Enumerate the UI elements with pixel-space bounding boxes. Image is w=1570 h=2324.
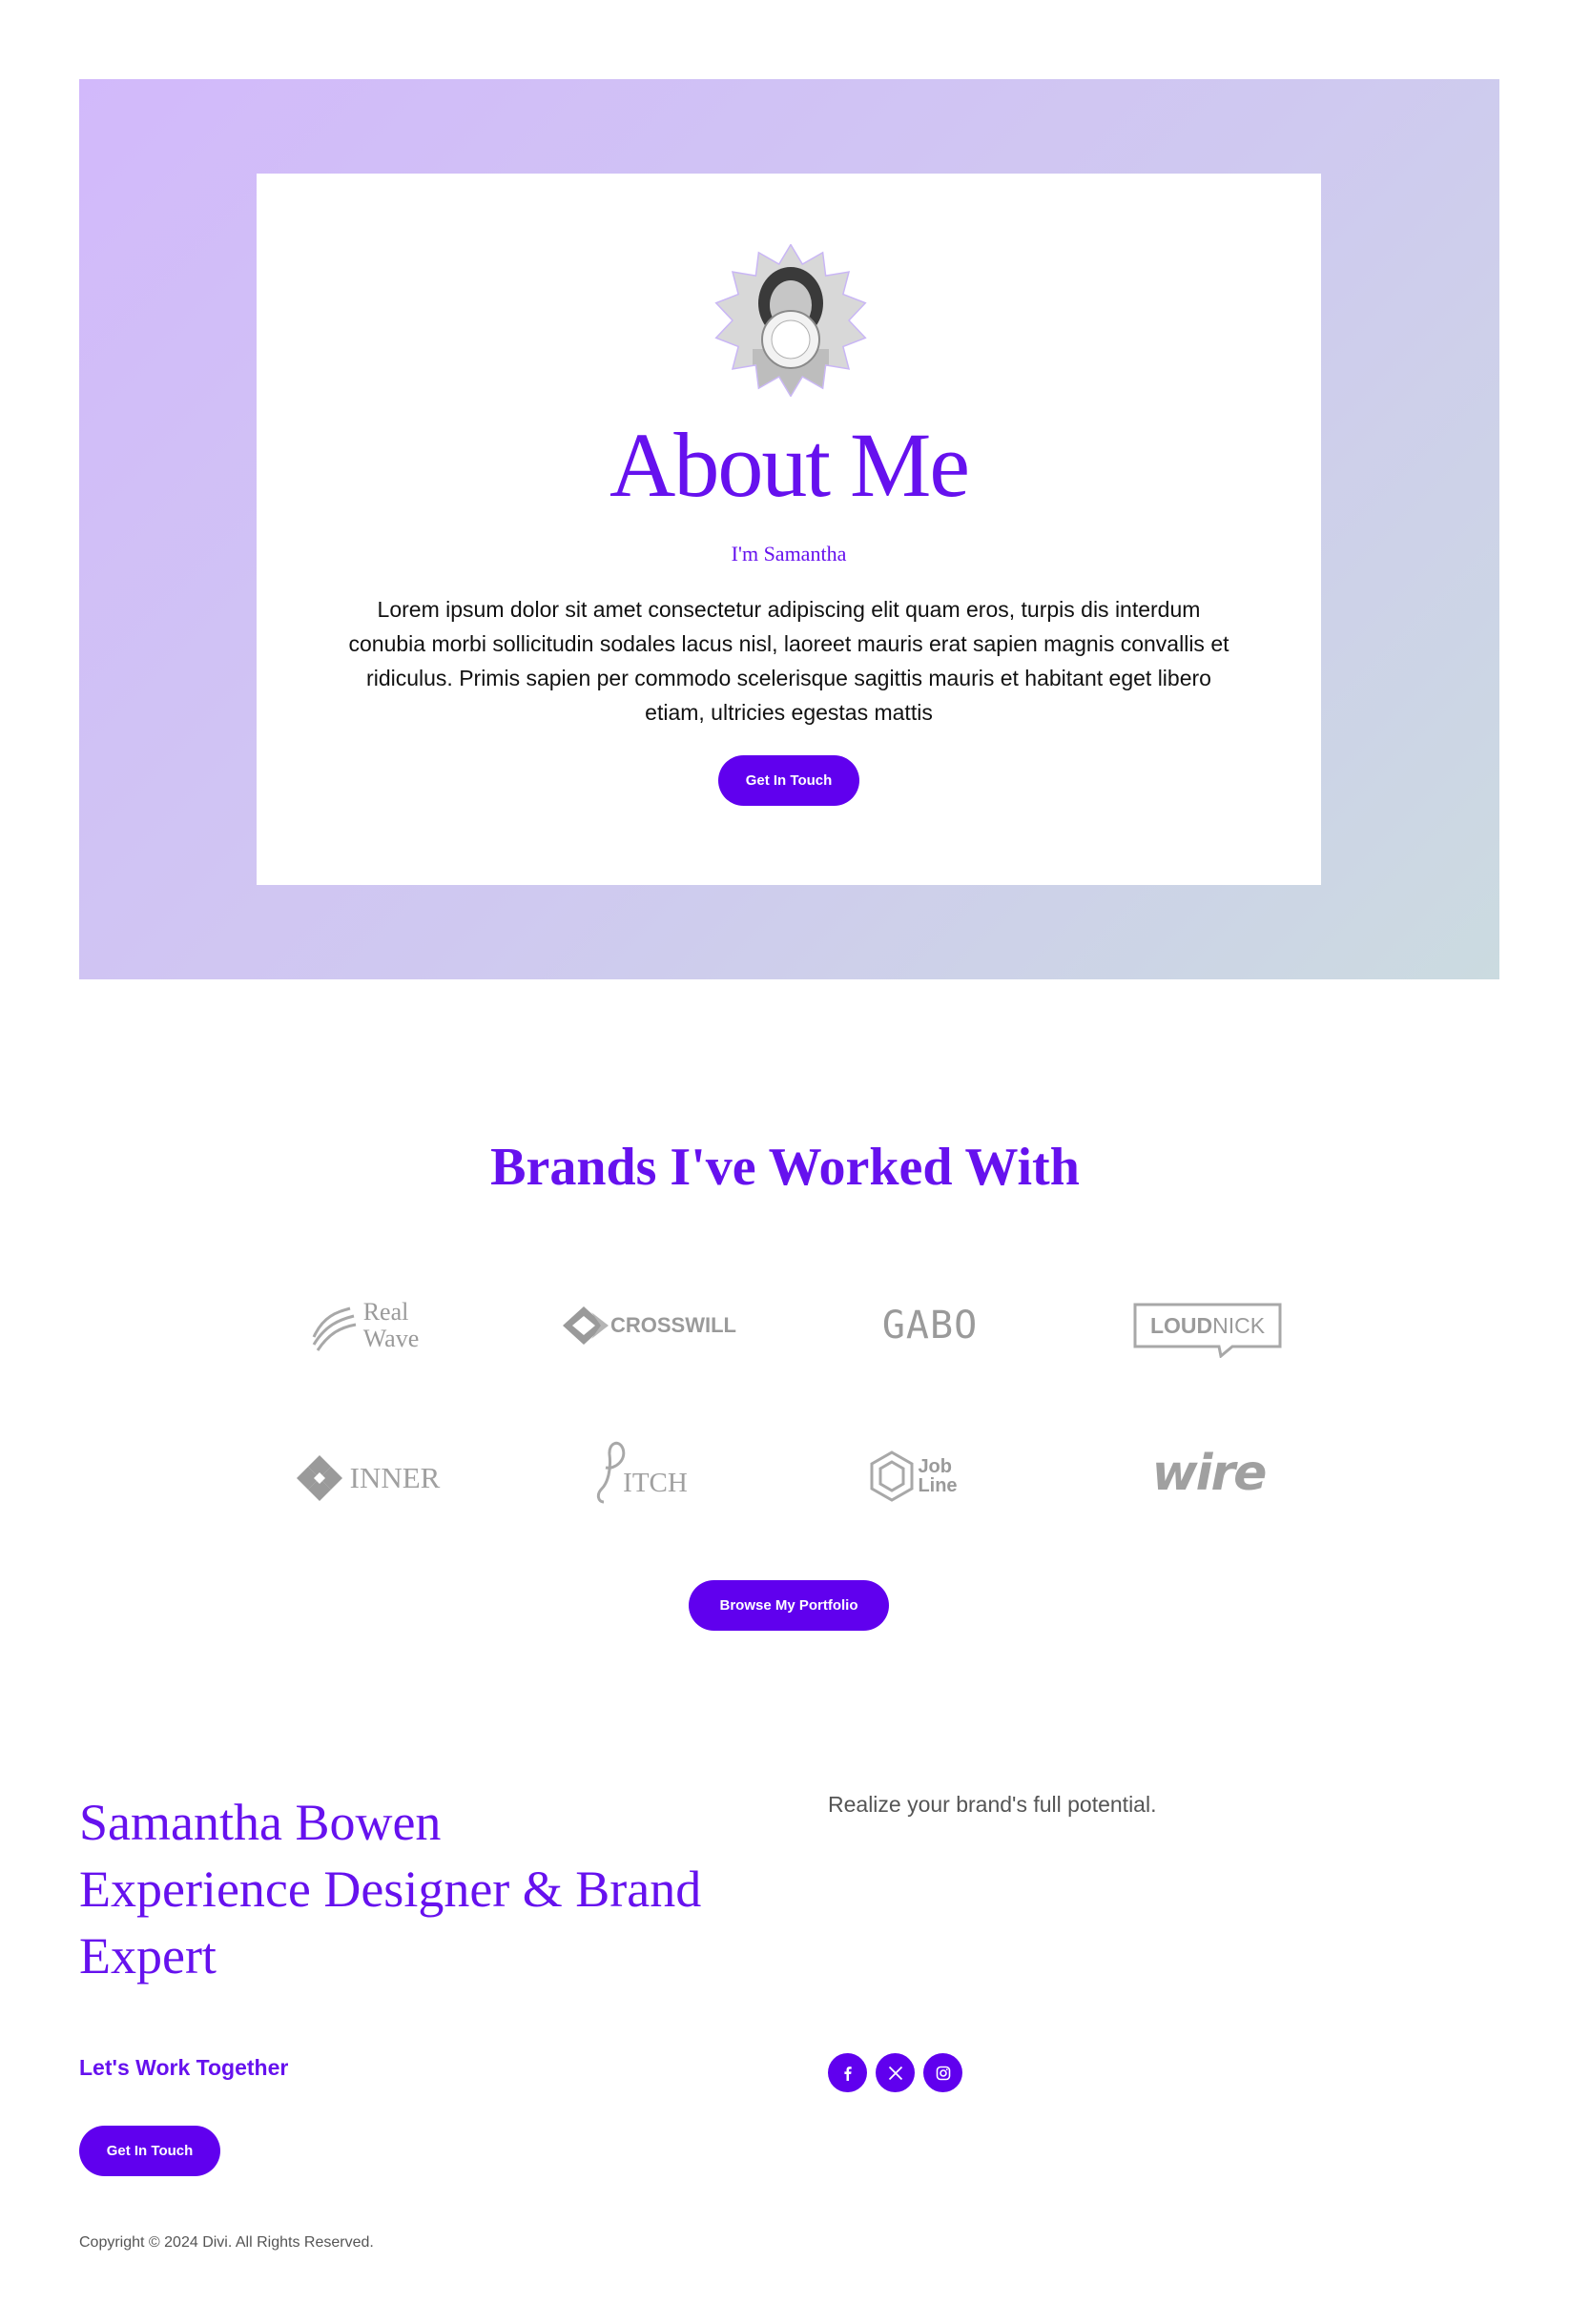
social-links — [828, 2053, 962, 2092]
brand-logo-inner: INNER — [286, 1451, 448, 1505]
brand-logo-wire: wire — [1139, 1444, 1278, 1503]
wave-icon — [312, 1306, 356, 1351]
brand-logo-text: CROSSWILL — [610, 1313, 736, 1337]
brand-logo-line: Line — [918, 1475, 958, 1496]
brand-logo-real-wave: Real Wave — [301, 1295, 425, 1356]
footer-name-line: Expert — [79, 1927, 217, 1985]
brand-logo-text: GABO — [881, 1304, 979, 1347]
brand-logo-text: wire — [1151, 1445, 1268, 1502]
instagram-icon — [936, 2066, 950, 2080]
diamond-icon — [563, 1306, 609, 1345]
brand-logo-pitch: ITCH — [582, 1435, 696, 1506]
diamond-grid-icon — [296, 1455, 342, 1501]
page-title: About Me — [609, 414, 970, 516]
x-icon — [888, 2066, 902, 2080]
work-together-label: Let's Work Together — [79, 2055, 289, 2080]
brand-logo-text: NICK — [1212, 1312, 1266, 1338]
footer-tagline: Realize your brand's full potential. — [828, 1792, 1157, 1817]
about-text: Lorem ipsum dolor sit amet consectetur a… — [348, 597, 1229, 725]
brand-logo-job-line: Job Line — [862, 1448, 965, 1505]
brand-logo-loudnick: LOUDNICK — [1133, 1303, 1282, 1358]
footer-name-heading: Samantha Bowen Experience Designer & Bra… — [79, 1789, 747, 1989]
get-in-touch-button[interactable]: Get In Touch — [718, 755, 859, 806]
brand-logo-crosswill: CROSSWILL — [559, 1301, 740, 1350]
brands-heading: Brands I've Worked With — [490, 1138, 1080, 1197]
browse-portfolio-button[interactable]: Browse My Portfolio — [689, 1580, 889, 1631]
about-card: About Me I'm Samantha Lorem ipsum dolor … — [257, 174, 1321, 885]
hero-section: About Me I'm Samantha Lorem ipsum dolor … — [79, 79, 1499, 979]
brand-logo-text: ITCH — [623, 1467, 688, 1498]
brand-logo-text: LOUD — [1149, 1312, 1213, 1338]
brand-logo-text: INNER — [349, 1461, 441, 1494]
brand-logo-line: Real — [362, 1298, 409, 1326]
footer-name-line: Samantha Bowen — [79, 1794, 442, 1851]
brand-logo-line: Job — [918, 1456, 952, 1477]
profile-photo-icon — [714, 244, 867, 397]
brand-logo-gabo: GABO — [868, 1301, 992, 1350]
x-link[interactable] — [876, 2053, 915, 2092]
facebook-link[interactable] — [828, 2053, 867, 2092]
hexagon-icon — [870, 1450, 914, 1502]
about-subtitle: I'm Samantha — [731, 542, 847, 566]
footer-get-in-touch-button[interactable]: Get In Touch — [79, 2126, 220, 2176]
instagram-link[interactable] — [923, 2053, 962, 2092]
facebook-icon — [843, 2066, 852, 2081]
footer-name-line: Experience Designer & Brand — [79, 1861, 702, 1918]
copyright-text: Copyright © 2024 Divi. All Rights Reserv… — [79, 2234, 374, 2251]
brand-logo-line: Wave — [362, 1325, 420, 1352]
avatar — [714, 244, 867, 397]
